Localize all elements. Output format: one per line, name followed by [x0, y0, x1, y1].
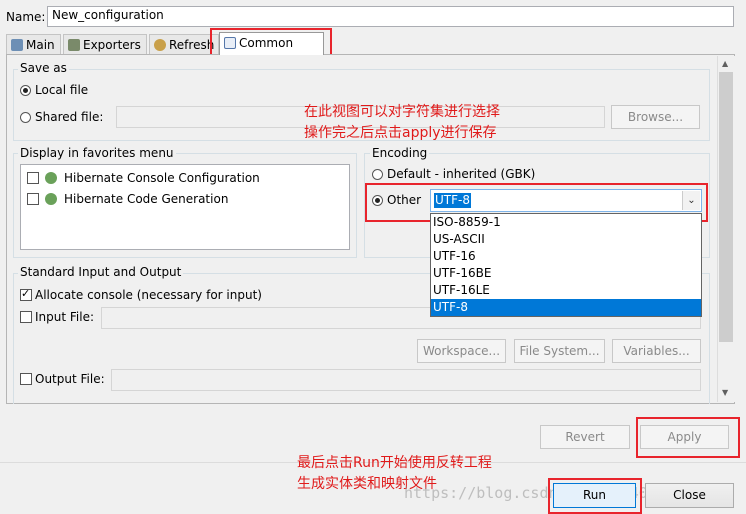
run-annotation-line-1: 最后点击Run开始使用反转工程 [297, 455, 492, 471]
tab-main-label: Main [26, 38, 55, 52]
main-tab-icon [11, 39, 23, 51]
tab-refresh[interactable]: Refresh [149, 34, 219, 54]
file-system-button[interactable]: File System... [514, 339, 605, 363]
output-file-label: Output File: [35, 372, 105, 386]
tab-exporters-label: Exporters [83, 38, 141, 52]
favorites-checkbox-console[interactable] [27, 172, 39, 184]
run-highlight [548, 478, 642, 514]
encoding-option[interactable]: UTF-16LE [431, 282, 701, 299]
hibernate-icon [45, 172, 57, 184]
scrollbar-thumb[interactable] [719, 72, 733, 342]
encoding-option[interactable]: US-ASCII [431, 231, 701, 248]
revert-button[interactable]: Revert [540, 425, 630, 449]
scroll-down-icon[interactable]: ▼ [722, 388, 728, 397]
common-tab-icon [224, 37, 236, 49]
refresh-tab-icon [154, 39, 166, 51]
favorites-item-codegen: Hibernate Code Generation [64, 192, 229, 206]
input-file-checkbox[interactable] [20, 311, 32, 323]
encoding-dropdown-list[interactable]: ISO-8859-1 US-ASCII UTF-16 UTF-16BE UTF-… [430, 213, 702, 317]
exporters-tab-icon [68, 39, 80, 51]
workspace-button[interactable]: Workspace... [417, 339, 506, 363]
default-encoding-radio[interactable] [372, 169, 383, 180]
encoding-annotation-line-2: 操作完之后点击apply进行保存 [304, 125, 497, 141]
local-file-radio[interactable] [20, 85, 31, 96]
allocate-console-checkbox[interactable] [20, 287, 32, 301]
vertical-scrollbar[interactable]: ▲ ▼ [717, 56, 735, 402]
favorites-checkbox-codegen[interactable] [27, 193, 39, 205]
shared-file-radio[interactable] [20, 112, 31, 123]
output-file-field[interactable] [111, 369, 701, 391]
encoding-annotation-line-1: 在此视图可以对字符集进行选择 [304, 104, 500, 120]
tab-refresh-label: Refresh [169, 38, 215, 52]
tab-common-label: Common [239, 36, 294, 50]
encoding-option[interactable]: UTF-16 [431, 248, 701, 265]
favorites-item-console: Hibernate Console Configuration [64, 171, 260, 185]
name-field[interactable]: New_configuration [47, 6, 734, 27]
allocate-console-label: Allocate console (necessary for input) [35, 288, 262, 302]
encoding-annotation: 在此视图可以对字符集进行选择 操作完之后点击apply进行保存 [304, 102, 500, 144]
name-label: Name: [6, 10, 46, 24]
shared-file-label: Shared file: [35, 110, 104, 124]
encoding-option[interactable]: ISO-8859-1 [431, 214, 701, 231]
output-file-checkbox[interactable] [20, 373, 32, 385]
encoding-option-selected[interactable]: UTF-8 [431, 299, 701, 316]
favorites-title: Display in favorites menu [18, 146, 176, 160]
tab-main[interactable]: Main [6, 34, 61, 54]
hibernate-icon [45, 193, 57, 205]
scroll-up-icon[interactable]: ▲ [722, 59, 728, 68]
apply-highlight [636, 417, 740, 458]
variables-button[interactable]: Variables... [612, 339, 701, 363]
input-file-label: Input File: [35, 310, 95, 324]
save-as-title: Save as [18, 61, 69, 75]
browse-button[interactable]: Browse... [611, 105, 700, 129]
close-button[interactable]: Close [645, 483, 734, 508]
std-io-title: Standard Input and Output [18, 265, 184, 279]
tab-exporters[interactable]: Exporters [63, 34, 147, 54]
encoding-option[interactable]: UTF-16BE [431, 265, 701, 282]
encoding-title: Encoding [370, 146, 430, 160]
local-file-label: Local file [35, 83, 89, 97]
tab-common[interactable]: Common [219, 32, 324, 55]
default-encoding-label: Default - inherited (GBK) [387, 167, 536, 181]
